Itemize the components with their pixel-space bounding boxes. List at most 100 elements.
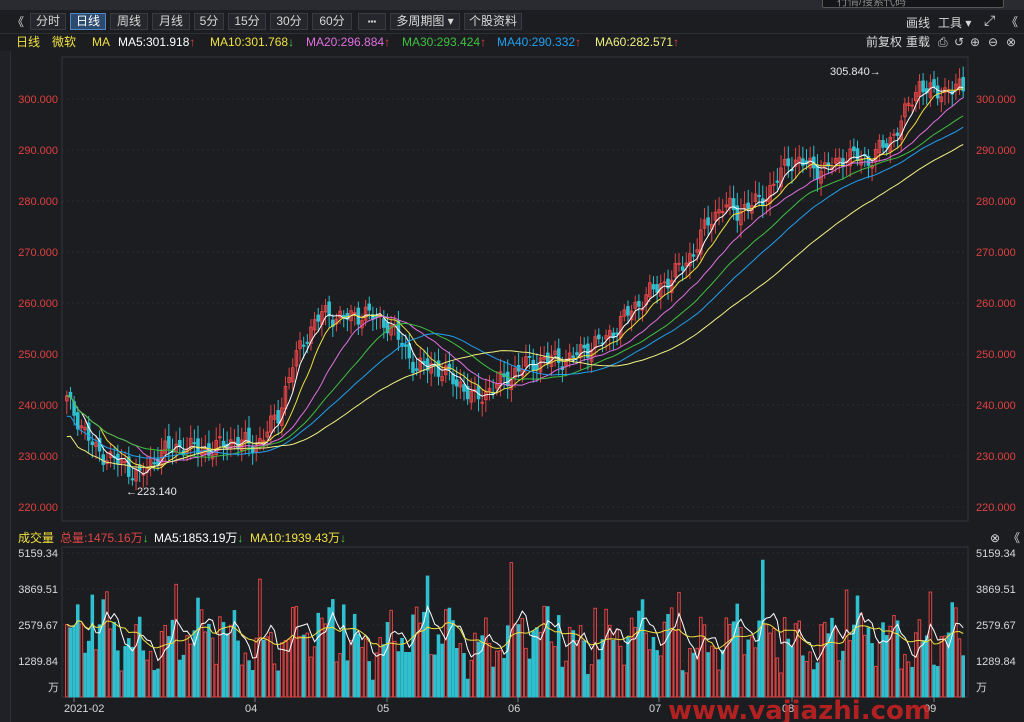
volume-bar — [746, 639, 750, 698]
volume-bar — [655, 650, 659, 698]
volume-bar — [119, 670, 124, 698]
candle-body — [382, 318, 386, 328]
volume-bar — [538, 631, 543, 698]
volume-bar — [680, 670, 685, 698]
volume-bar — [418, 622, 423, 698]
volume-bar — [724, 617, 729, 698]
volume-bar — [495, 650, 499, 698]
volume-bar — [622, 664, 627, 698]
candle-body — [932, 79, 936, 87]
volume-bar — [349, 639, 353, 698]
volume-bar — [775, 657, 780, 698]
volume-bar — [706, 652, 710, 698]
volume-bar — [684, 672, 689, 698]
volume-bar — [108, 628, 113, 698]
volume-bar — [334, 661, 339, 698]
volume-bar — [589, 664, 594, 698]
volume-bar — [159, 631, 164, 698]
volume-bar — [673, 630, 678, 698]
volume-bar — [782, 617, 787, 698]
volume-unit-left: 万 — [48, 682, 59, 694]
volume-bar — [564, 660, 568, 698]
candle-body — [855, 148, 860, 162]
volume-bar — [90, 594, 95, 698]
volume-bar — [658, 655, 663, 698]
volume-bar — [454, 648, 459, 698]
stock-chart[interactable]: 300.000 300.000 290.000 290.000 280.000 280.0… — [0, 0, 1024, 722]
volume-bar — [866, 627, 871, 698]
volume-bar — [939, 636, 944, 698]
volume-bar — [921, 640, 925, 698]
volume-bar — [469, 659, 474, 698]
volume-bar — [669, 607, 674, 698]
candle-body — [655, 284, 659, 293]
volume-bar — [65, 623, 69, 698]
volume-bar — [400, 637, 404, 698]
candle-body — [305, 341, 310, 344]
volume-bar — [290, 606, 295, 698]
volume-bar — [411, 614, 415, 698]
volume-bar — [137, 616, 142, 698]
volume-bar — [520, 617, 525, 698]
volume-bar — [662, 621, 667, 698]
candle-body — [403, 344, 408, 347]
candle-body — [454, 379, 459, 387]
volume-bar — [323, 623, 328, 698]
candle-body — [884, 143, 889, 148]
volume-bar — [145, 659, 149, 698]
price-tick-left: 230.000 — [18, 451, 58, 463]
volume-bar — [932, 664, 936, 698]
candle-body — [637, 300, 641, 307]
volume-bar — [83, 652, 87, 698]
volume-bar — [309, 656, 313, 698]
volume-bar — [414, 606, 419, 698]
volume-bar — [553, 646, 557, 698]
candle-body — [677, 262, 681, 265]
volume-bar — [961, 655, 965, 698]
price-tick-left: 240.000 — [18, 400, 58, 412]
volume-bar — [462, 653, 466, 698]
volume-bar — [210, 637, 215, 698]
x-axis-label: 06 — [508, 703, 520, 715]
volume-bar — [498, 650, 503, 698]
candle-body — [786, 158, 791, 167]
volume-bar — [134, 624, 138, 698]
watermark-text: www.vajiazhi.com — [668, 696, 931, 722]
volume-bar — [640, 599, 645, 698]
volume-bar — [560, 666, 565, 698]
volume-bar — [516, 624, 521, 698]
price-tick-right: 280.000 — [976, 196, 1016, 208]
candle-body — [771, 183, 776, 186]
candle-body — [316, 314, 321, 322]
volume-bar — [225, 633, 229, 698]
volume-bar — [101, 599, 106, 698]
candle-body — [505, 371, 510, 387]
volume-bar — [844, 589, 849, 698]
volume-bar — [152, 670, 157, 698]
volume-bar — [341, 604, 346, 698]
volume-bar — [425, 575, 430, 698]
volume-bar — [94, 649, 98, 698]
candle-body — [662, 281, 667, 284]
volume-bar — [666, 614, 670, 698]
price-tick-left: 270.000 — [18, 247, 58, 259]
volume-bar — [199, 609, 204, 698]
price-tick-right: 270.000 — [976, 247, 1016, 259]
volume-bar — [316, 612, 321, 698]
volume-bar — [575, 640, 579, 698]
candle-body — [546, 352, 550, 363]
price-tick-right: 260.000 — [976, 298, 1016, 310]
volume-bar — [367, 661, 372, 698]
volume-bar — [527, 658, 532, 698]
candle-body — [130, 478, 135, 481]
volume-bar — [385, 622, 390, 698]
volume-bar — [203, 631, 208, 698]
volume-bar — [910, 666, 914, 698]
price-tick-left: 300.000 — [18, 94, 58, 106]
candle-body — [881, 140, 885, 148]
price-tick-left: 290.000 — [18, 145, 58, 157]
volume-bar — [301, 634, 306, 698]
volume-bar — [465, 678, 470, 698]
volume-bar — [790, 646, 794, 698]
volume-bar — [305, 632, 310, 698]
